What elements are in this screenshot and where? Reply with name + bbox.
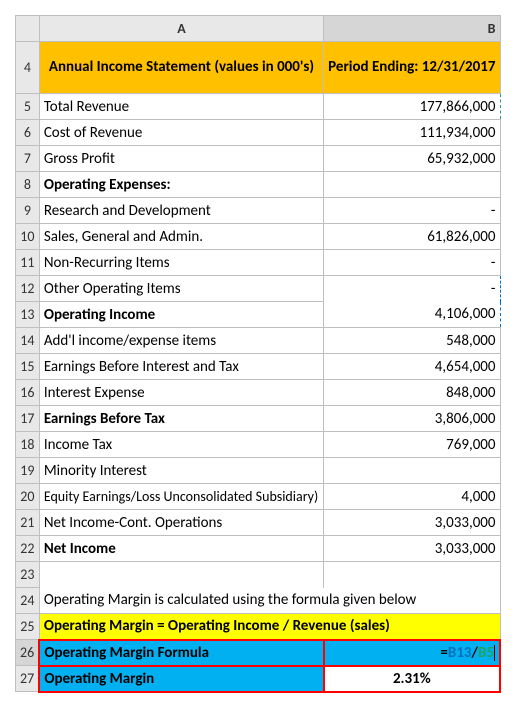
row-header-27[interactable]: 27 bbox=[16, 666, 40, 692]
cell-B13[interactable]: 4,106,000 bbox=[324, 302, 500, 328]
spreadsheet-grid[interactable]: A B 4 Annual Income Statement (values in… bbox=[15, 15, 501, 693]
row-header-15[interactable]: 15 bbox=[16, 354, 40, 380]
cell-B19[interactable] bbox=[324, 458, 500, 484]
cell-B22[interactable]: 3,033,000 bbox=[324, 536, 500, 562]
row-header-7[interactable]: 7 bbox=[16, 146, 40, 172]
row-header-17[interactable]: 17 bbox=[16, 406, 40, 432]
cell-A11[interactable]: Non-Recurring Items bbox=[39, 250, 323, 276]
row-header-20[interactable]: 20 bbox=[16, 484, 40, 510]
cell-A26[interactable]: Operating Margin Formula bbox=[39, 640, 323, 666]
cell-B18[interactable]: 769,000 bbox=[324, 432, 500, 458]
row-header-13[interactable]: 13 bbox=[16, 302, 40, 328]
cell-A17[interactable]: Earnings Before Tax bbox=[39, 406, 323, 432]
cell-B14[interactable]: 548,000 bbox=[324, 328, 500, 354]
cell-B12[interactable]: - bbox=[324, 276, 500, 302]
row-header-6[interactable]: 6 bbox=[16, 120, 40, 146]
cell-A10[interactable]: Sales, General and Admin. bbox=[39, 224, 323, 250]
cell-A5[interactable]: Total Revenue bbox=[39, 94, 323, 120]
cell-B5[interactable]: 177,866,000 bbox=[324, 94, 500, 120]
row-header-23[interactable]: 23 bbox=[16, 562, 40, 588]
cell-B20[interactable]: 4,000 bbox=[324, 484, 500, 510]
cell-A25[interactable]: Operating Margin = Operating Income / Re… bbox=[39, 614, 500, 640]
row-header-18[interactable]: 18 bbox=[16, 432, 40, 458]
cell-B21[interactable]: 3,033,000 bbox=[324, 510, 500, 536]
row-header-12[interactable]: 12 bbox=[16, 276, 40, 302]
row-header-14[interactable]: 14 bbox=[16, 328, 40, 354]
cell-B8[interactable] bbox=[324, 172, 500, 198]
row-header-19[interactable]: 19 bbox=[16, 458, 40, 484]
cell-A23[interactable] bbox=[39, 562, 323, 588]
col-header-A[interactable]: A bbox=[39, 16, 323, 42]
row-header-8[interactable]: 8 bbox=[16, 172, 40, 198]
cell-A16[interactable]: Interest Expense bbox=[39, 380, 323, 406]
cell-B27[interactable]: 2.31% bbox=[324, 666, 500, 692]
cell-A24[interactable]: Operating Margin is calculated using the… bbox=[39, 588, 500, 614]
row-header-4[interactable]: 4 bbox=[16, 42, 40, 94]
row-header-26[interactable]: 26 bbox=[16, 640, 40, 666]
text-cursor bbox=[494, 645, 495, 661]
row-header-11[interactable]: 11 bbox=[16, 250, 40, 276]
cell-A9[interactable]: Research and Development bbox=[39, 198, 323, 224]
cell-A19[interactable]: Minority Interest bbox=[39, 458, 323, 484]
cell-A20[interactable]: Equity Earnings/Loss Unconsolidated Subs… bbox=[39, 484, 323, 510]
cell-B11[interactable]: - bbox=[324, 250, 500, 276]
row-header-24[interactable]: 24 bbox=[16, 588, 40, 614]
cell-A13[interactable]: Operating Income bbox=[39, 302, 323, 328]
corner-cell[interactable] bbox=[16, 16, 40, 42]
cell-A8[interactable]: Operating Expenses: bbox=[39, 172, 323, 198]
cell-B16[interactable]: 848,000 bbox=[324, 380, 500, 406]
cell-B6[interactable]: 111,934,000 bbox=[324, 120, 500, 146]
cell-A15[interactable]: Earnings Before Interest and Tax bbox=[39, 354, 323, 380]
row-header-22[interactable]: 22 bbox=[16, 536, 40, 562]
cell-B26[interactable]: =B13/B5 bbox=[324, 640, 500, 666]
cell-A22[interactable]: Net Income bbox=[39, 536, 323, 562]
row-header-10[interactable]: 10 bbox=[16, 224, 40, 250]
cell-B7[interactable]: 65,932,000 bbox=[324, 146, 500, 172]
cell-A6[interactable]: Cost of Revenue bbox=[39, 120, 323, 146]
cell-A7[interactable]: Gross Profit bbox=[39, 146, 323, 172]
row-header-25[interactable]: 25 bbox=[16, 614, 40, 640]
row-header-21[interactable]: 21 bbox=[16, 510, 40, 536]
cell-B9[interactable]: - bbox=[324, 198, 500, 224]
row-header-9[interactable]: 9 bbox=[16, 198, 40, 224]
cell-B15[interactable]: 4,654,000 bbox=[324, 354, 500, 380]
cell-A4[interactable]: Annual Income Statement (values in 000's… bbox=[39, 42, 323, 94]
cell-B17[interactable]: 3,806,000 bbox=[324, 406, 500, 432]
col-header-B[interactable]: B bbox=[324, 16, 500, 42]
row-header-16[interactable]: 16 bbox=[16, 380, 40, 406]
cell-B4[interactable]: Period Ending: 12/31/2017 bbox=[324, 42, 500, 94]
cell-B23[interactable] bbox=[324, 562, 500, 588]
row-header-5[interactable]: 5 bbox=[16, 94, 40, 120]
formula-text: =B13/B5 bbox=[440, 644, 494, 662]
cell-A14[interactable]: Add'l income/expense items bbox=[39, 328, 323, 354]
cell-B10[interactable]: 61,826,000 bbox=[324, 224, 500, 250]
cell-A27[interactable]: Operating Margin bbox=[39, 666, 323, 692]
cell-A18[interactable]: Income Tax bbox=[39, 432, 323, 458]
cell-A21[interactable]: Net Income-Cont. Operations bbox=[39, 510, 323, 536]
cell-A12[interactable]: Other Operating Items bbox=[39, 276, 323, 302]
